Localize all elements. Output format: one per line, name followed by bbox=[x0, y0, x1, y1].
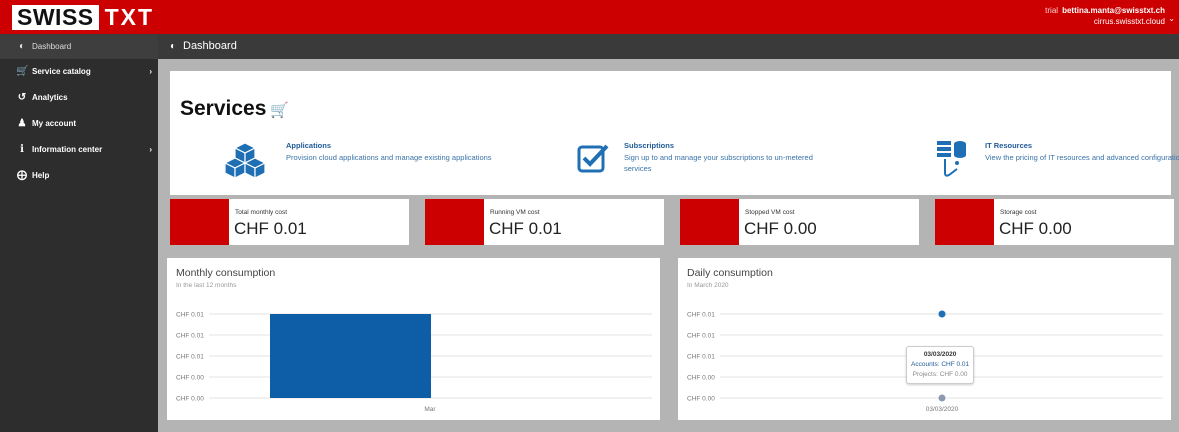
sidebar-item-label: Analytics bbox=[32, 93, 68, 102]
y-tick-label: CHF 0.01 bbox=[687, 354, 715, 361]
sidebar-item-information-center[interactable]: i Information center › bbox=[0, 137, 158, 163]
service-description: Provision cloud applications and manage … bbox=[286, 153, 492, 162]
server-icon bbox=[937, 141, 966, 177]
dashboard-icon: ◐ bbox=[170, 41, 177, 52]
help-icon: ⨁ bbox=[17, 170, 27, 181]
sidebar-item-label: My account bbox=[32, 119, 77, 128]
sidebar-item-dashboard[interactable]: ◐ Dashboard bbox=[0, 34, 158, 59]
analytics-icon: ↺ bbox=[17, 92, 27, 103]
chart-tooltip: 03/03/2020 Accounts: CHF 0.01 Projects: … bbox=[906, 346, 975, 384]
user-icon: ♟ bbox=[17, 118, 27, 129]
y-tick-label: CHF 0.01 bbox=[687, 312, 715, 319]
card-accent bbox=[935, 199, 994, 245]
top-bar: SWISS TXT trial bettina.manta@swisstxt.ch… bbox=[0, 0, 1179, 34]
chevron-right-icon: › bbox=[149, 67, 152, 76]
daily-consumption-plot: CHF 0.01 CHF 0.01 CHF 0.01 CHF 0.00 CHF 0.00… bbox=[687, 310, 1163, 413]
chevron-right-icon: › bbox=[149, 145, 152, 154]
tooltip-projects: Projects: CHF 0.00 bbox=[912, 371, 968, 378]
dashboard-icon: ◐ bbox=[18, 41, 26, 52]
service-name[interactable]: Applications bbox=[286, 141, 331, 150]
logo-swiss: SWISS bbox=[12, 5, 99, 30]
sidebar-item-label: Help bbox=[32, 171, 50, 180]
cart-icon: 🛒 bbox=[16, 66, 29, 77]
user-host: cirrus.swisstxt.cloud bbox=[1093, 17, 1165, 26]
y-tick-label: CHF 0.00 bbox=[176, 396, 204, 403]
y-tick-label: CHF 0.00 bbox=[687, 375, 715, 382]
page-header: ◐ Dashboard bbox=[158, 34, 1179, 59]
cost-value: CHF 0.01 bbox=[234, 219, 307, 238]
storage-cost-card: Storage cost CHF 0.00 bbox=[935, 199, 1174, 245]
y-tick-label: CHF 0.00 bbox=[176, 375, 204, 382]
card-accent bbox=[170, 199, 229, 245]
service-name[interactable]: Subscriptions bbox=[624, 141, 674, 150]
user-menu[interactable]: trial bettina.manta@swisstxt.ch cirrus.sw… bbox=[1045, 5, 1165, 27]
tooltip-accounts: Accounts: CHF 0.01 bbox=[911, 361, 970, 368]
daily-consumption-chart: Daily consumption In March 2020 CHF 0.01… bbox=[678, 258, 1171, 420]
cost-value: CHF 0.00 bbox=[744, 219, 817, 238]
chevron-down-icon[interactable]: ⌄ bbox=[1168, 14, 1175, 23]
monthly-consumption-chart: Monthly consumption In the last 12 month… bbox=[167, 258, 660, 420]
stopped-vm-cost-card: Stopped VM cost CHF 0.00 bbox=[680, 199, 919, 245]
sidebar-item-label: Information center bbox=[32, 145, 103, 154]
cost-label: Total monthly cost bbox=[235, 209, 288, 216]
cost-label: Storage cost bbox=[1000, 209, 1037, 216]
y-tick-label: CHF 0.01 bbox=[176, 354, 204, 361]
swisstxt-logo[interactable]: SWISS TXT bbox=[12, 5, 154, 30]
bar bbox=[270, 314, 431, 398]
running-vm-cost-card: Running VM cost CHF 0.01 bbox=[425, 199, 664, 245]
y-tick-label: CHF 0.01 bbox=[176, 312, 204, 319]
sidebar-item-label: Dashboard bbox=[32, 42, 72, 51]
monthly-consumption-plot: CHF 0.01 CHF 0.01 CHF 0.01 CHF 0.00 CHF 0.00… bbox=[176, 312, 652, 413]
info-icon: i bbox=[20, 144, 24, 155]
cost-value: CHF 0.01 bbox=[489, 219, 562, 238]
x-tick-label: Mar bbox=[424, 406, 436, 413]
cost-label: Stopped VM cost bbox=[745, 209, 795, 216]
sidebar-item-help[interactable]: ⨁ Help bbox=[0, 163, 158, 189]
data-point bbox=[938, 394, 946, 402]
total-monthly-cost-card: Total monthly cost CHF 0.01 bbox=[170, 199, 409, 245]
service-name[interactable]: IT Resources bbox=[985, 141, 1032, 150]
y-tick-label: CHF 0.00 bbox=[687, 396, 715, 403]
tooltip-date: 03/03/2020 bbox=[923, 351, 957, 358]
service-description: Sign up to and manage your subscriptions… bbox=[624, 153, 813, 173]
main-content: Services 🛒 Applications Provision cloud a… bbox=[158, 59, 1179, 432]
y-tick-label: CHF 0.01 bbox=[176, 333, 204, 340]
cost-label: Running VM cost bbox=[490, 209, 540, 216]
logo-txt: TXT bbox=[104, 4, 155, 30]
services-panel: Services 🛒 Applications Provision cloud a… bbox=[170, 71, 1179, 195]
checkbox-icon bbox=[577, 144, 609, 173]
sidebar-item-my-account[interactable]: ♟ My account bbox=[0, 111, 158, 137]
trial-badge: trial bbox=[1045, 6, 1059, 15]
cost-value: CHF 0.00 bbox=[999, 219, 1072, 238]
sidebar-item-analytics[interactable]: ↺ Analytics bbox=[0, 85, 158, 111]
services-title: Services bbox=[180, 97, 267, 120]
sidebar-item-label: Service catalog bbox=[32, 67, 91, 76]
data-point bbox=[938, 310, 946, 318]
sidebar-item-service-catalog[interactable]: 🛒 Service catalog › bbox=[0, 59, 158, 85]
user-email: bettina.manta@swisstxt.ch bbox=[1062, 6, 1165, 15]
card-accent bbox=[425, 199, 484, 245]
cart-icon: 🛒 bbox=[270, 102, 290, 119]
page-title: Dashboard bbox=[183, 40, 237, 52]
sidebar: ◐ Dashboard 🛒 Service catalog › ↺ Analyt… bbox=[0, 34, 158, 432]
card-accent bbox=[680, 199, 739, 245]
services-heading: Services 🛒 bbox=[180, 97, 289, 121]
service-description: View the pricing of IT resources and adv… bbox=[985, 153, 1179, 162]
cubes-icon bbox=[223, 142, 267, 179]
x-tick-label: 03/03/2020 bbox=[926, 406, 959, 413]
y-tick-label: CHF 0.01 bbox=[687, 333, 715, 340]
